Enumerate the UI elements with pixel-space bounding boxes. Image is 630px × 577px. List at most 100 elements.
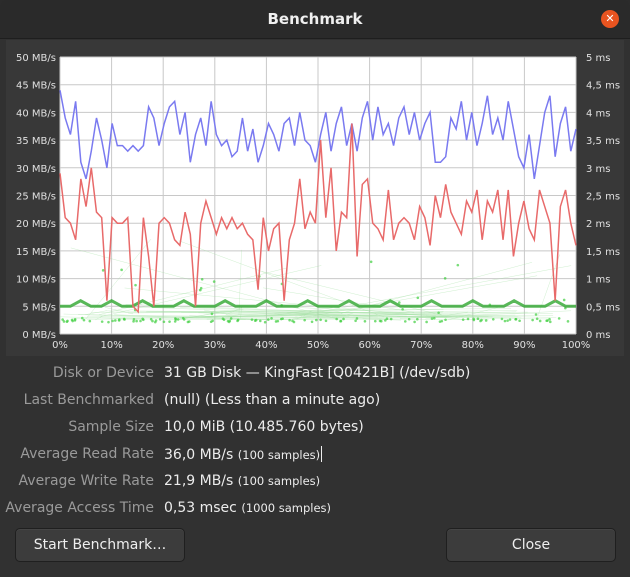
access-point	[288, 318, 291, 322]
access-point	[425, 320, 428, 324]
access-point	[444, 318, 447, 322]
access-point	[503, 319, 507, 323]
access-point	[342, 317, 345, 321]
access-point	[168, 320, 171, 323]
access-point	[378, 319, 382, 323]
disk-value: 31 GB Disk — KingFast [Q0421B] (/dev/sdb…	[164, 365, 471, 381]
access-point	[135, 319, 138, 323]
access-point	[437, 311, 440, 315]
y-left-tick-label: 35 MB/s	[16, 136, 56, 147]
access-point	[508, 318, 512, 321]
y-right-tick-label: 3,5 ms	[586, 136, 620, 147]
sample-size-value: 10,0 MiB (10.485.760 bytes)	[164, 419, 364, 435]
access-point	[314, 318, 318, 322]
row-sample-size: Sample Size 10,0 MiB (10.485.760 bytes)	[0, 416, 630, 440]
title-bar: Benchmark ✕	[0, 0, 630, 39]
access-time-samples: (1000 samples)	[241, 501, 332, 515]
access-point	[438, 320, 442, 323]
y-right-tick-label: 4,5 ms	[586, 81, 620, 92]
y-left-tick-label: 10 MB/s	[16, 275, 56, 286]
access-point	[113, 319, 117, 322]
y-left-tick-label: 30 MB/s	[16, 164, 56, 175]
access-point	[66, 319, 69, 323]
y-right-tick-label: 2,5 ms	[586, 192, 620, 203]
access-point	[210, 312, 214, 316]
access-point	[514, 317, 518, 321]
benchmark-chart: 0% 10% 20% 30% 40% 50% 60% 70% 80% 90% 100% 0 MB/s 0…	[6, 40, 624, 356]
benchmark-dialog: Benchmark ✕ 0% 10% 20% 30% 40% 50% 60% 70% 80% 90…	[0, 0, 630, 577]
y-right-tick-label: 1 ms	[586, 275, 611, 286]
y-right-tick-label: 0 ms	[586, 330, 611, 341]
access-point	[182, 318, 186, 321]
x-tick-label: 20%	[152, 340, 174, 351]
access-time-value: 0,53 msec	[164, 500, 237, 516]
access-point	[506, 319, 509, 322]
access-point	[186, 320, 190, 324]
access-point	[258, 319, 262, 323]
access-point	[173, 320, 177, 323]
access-point	[389, 317, 393, 321]
sample-size-label: Sample Size	[68, 419, 154, 435]
access-point	[339, 319, 342, 323]
y-left-tick-label: 40 MB/s	[16, 108, 56, 119]
access-point	[134, 283, 137, 287]
access-point	[100, 320, 104, 323]
y-right-tick-label: 5 ms	[586, 53, 611, 64]
access-point	[212, 280, 216, 283]
access-point	[484, 319, 488, 322]
access-point	[432, 316, 436, 320]
y-left-tick-label: 50 MB/s	[16, 53, 56, 64]
read-rate-value: 36,0 MB/s	[164, 447, 234, 463]
access-point	[456, 263, 460, 267]
write-rate-value-wrap: 21,9 MB/s (100 samples)	[164, 473, 320, 489]
access-point	[413, 320, 416, 324]
access-point	[403, 320, 407, 323]
access-point	[479, 319, 482, 323]
access-point	[363, 319, 367, 323]
access-point	[472, 317, 475, 321]
x-tick-label: 90%	[513, 340, 535, 351]
close-button[interactable]: Close	[446, 528, 616, 562]
access-point	[199, 286, 203, 290]
access-point	[88, 319, 92, 323]
start-benchmark-button[interactable]: Start Benchmark…	[15, 528, 185, 562]
close-icon[interactable]: ✕	[601, 10, 619, 28]
access-point	[61, 318, 64, 321]
access-point	[236, 319, 239, 323]
x-tick-label: 10%	[100, 340, 122, 351]
access-point	[546, 319, 549, 322]
row-last-benchmarked: Last Benchmarked (null) (Less than a min…	[0, 389, 630, 413]
access-point	[263, 320, 267, 324]
access-point	[355, 317, 359, 320]
row-access-time: Average Access Time 0,53 msec (1000 samp…	[0, 497, 630, 521]
access-point	[270, 317, 273, 320]
access-point	[319, 318, 322, 322]
y-right-tick-label: 1,5 ms	[586, 247, 620, 258]
access-time-value-wrap: 0,53 msec (1000 samples)	[164, 500, 331, 516]
access-point	[369, 260, 373, 264]
x-tick-label: 0%	[52, 340, 68, 351]
access-point	[122, 317, 126, 321]
access-point	[118, 318, 121, 321]
access-point	[111, 319, 114, 323]
access-point	[227, 320, 231, 324]
last-benchmarked-label: Last Benchmarked	[23, 392, 154, 408]
access-point	[538, 319, 542, 323]
x-tick-label: 100%	[562, 340, 591, 351]
access-point	[373, 319, 377, 323]
access-point	[279, 317, 283, 321]
access-point	[141, 317, 144, 321]
access-point	[291, 319, 294, 323]
access-point	[534, 313, 538, 316]
y-left-tick-label: 5 MB/s	[22, 302, 56, 313]
access-point	[476, 317, 480, 321]
x-tick-label: 70%	[410, 340, 432, 351]
access-point	[443, 277, 447, 280]
access-point	[354, 319, 357, 323]
text-cursor	[321, 446, 323, 462]
access-point	[174, 317, 177, 320]
access-point	[139, 319, 142, 323]
access-point	[416, 296, 420, 300]
access-point	[153, 320, 157, 324]
access-point	[461, 318, 465, 321]
